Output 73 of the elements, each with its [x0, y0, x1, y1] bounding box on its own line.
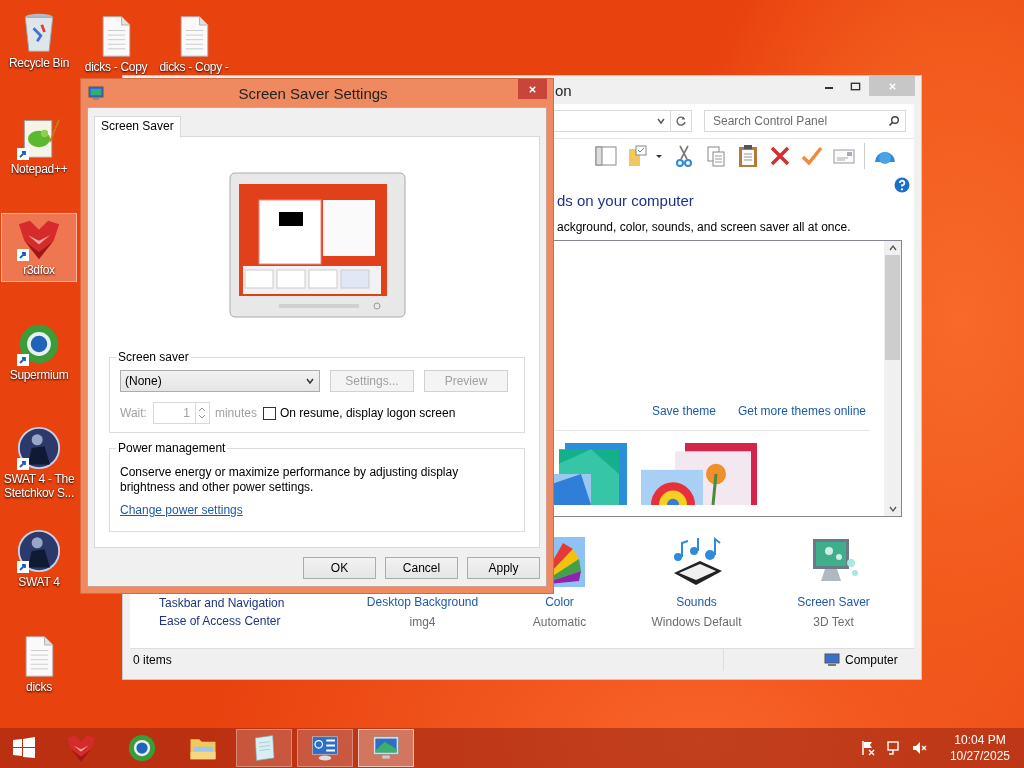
see-also-link[interactable]: Taskbar and Navigation [159, 596, 354, 610]
item-count: 0 items [132, 653, 173, 667]
dialog-button[interactable]: Cancel [385, 557, 458, 579]
taskbar-button[interactable] [358, 729, 414, 767]
soldier-icon [17, 529, 61, 573]
maximize-icon [850, 80, 861, 92]
power-settings-link[interactable]: Change power settings [120, 503, 243, 517]
desktop-icon[interactable]: SWAT 4 [1, 525, 77, 594]
desktop-icon[interactable]: Recycle Bin [1, 6, 77, 75]
spinner-arrows-icon[interactable] [198, 405, 207, 421]
minutes-label: minutes [214, 406, 257, 420]
search-field[interactable]: Search Control Panel [704, 110, 906, 132]
page-description: ackground, color, sounds, and screen saver all at once. [557, 220, 852, 234]
flag-icon[interactable] [859, 740, 876, 756]
desktop-icon[interactable]: Notepad++ [1, 112, 77, 181]
setting-link[interactable]: Color [545, 595, 574, 609]
dropdown-icon [305, 376, 315, 386]
clock[interactable]: 10:04 PM 10/27/2025 [949, 732, 1010, 764]
setting-link[interactable]: Screen Saver [797, 595, 870, 609]
taskbar-button[interactable] [236, 729, 292, 767]
dialog-button[interactable]: Apply [467, 557, 540, 579]
globe-icon [17, 322, 61, 366]
desktop-icon[interactable]: dicks - Copy - [156, 10, 232, 79]
theme-link[interactable]: Get more themes online [737, 404, 866, 418]
refresh-icon [675, 115, 687, 127]
control-panel-icon [310, 733, 340, 763]
dropdown-icon [656, 116, 666, 126]
dialog-title: Screen Saver Settings [237, 84, 389, 102]
close-icon [886, 80, 898, 92]
search-icon [888, 115, 900, 127]
setting-link[interactable]: Desktop Background [366, 595, 479, 609]
setting-value: 3D Text [813, 615, 854, 629]
computer-icon [824, 652, 840, 668]
clipboard-icon[interactable] [736, 144, 760, 168]
minimize-icon [824, 87, 833, 89]
setting-link[interactable]: Sounds [676, 595, 717, 609]
close-icon [527, 83, 538, 95]
wait-label: Wait: [120, 406, 147, 420]
page-heading: ds on your computer [557, 192, 695, 209]
delete-icon[interactable] [768, 144, 792, 168]
group-title: Screen saver [117, 350, 190, 364]
refresh-button[interactable] [670, 110, 692, 132]
checkbox-label: On resume, display logon screen [279, 406, 456, 420]
checkmark-icon[interactable] [800, 144, 824, 168]
close-button[interactable] [518, 79, 547, 99]
setting-value: img4 [409, 615, 436, 629]
soldier-icon [17, 426, 61, 470]
tab[interactable]: Screen Saver [94, 116, 181, 138]
display-icon [88, 85, 104, 101]
desktop-icon[interactable]: Supermium [1, 318, 77, 387]
screen-saver-dropdown[interactable]: (None) [120, 370, 320, 392]
setting-value: Automatic [532, 615, 587, 629]
location-label: Computer [845, 653, 898, 667]
window-title: on [555, 81, 572, 99]
geometric-logo-icon [66, 733, 96, 763]
windows-logo-icon [12, 736, 36, 760]
speaker-icon[interactable] [911, 740, 928, 756]
checkbox[interactable] [262, 406, 276, 420]
help-icon[interactable] [894, 177, 910, 193]
theme-link[interactable]: Save theme [651, 404, 716, 418]
taskbar-button[interactable] [297, 729, 353, 767]
globe-icon [127, 733, 157, 763]
see-also-link[interactable]: Ease of Access Center [159, 614, 354, 628]
dialog-button[interactable]: OK [303, 557, 376, 579]
group-title: Power management [117, 441, 227, 455]
setting-value: Windows Default [651, 615, 742, 629]
pane-layout-icon[interactable] [594, 144, 618, 168]
power-description: Conserve energy or maximize performance by adjusting display brightness and other power settings. [120, 465, 460, 495]
desktop-icon[interactable]: dicks [1, 630, 77, 699]
scrollbar[interactable] [884, 241, 901, 516]
desktop-icon[interactable]: dicks - Copy [78, 10, 154, 79]
desktop-icon[interactable]: SWAT 4 - The Stetchkov S... [1, 422, 77, 505]
network-icon[interactable] [885, 740, 902, 756]
